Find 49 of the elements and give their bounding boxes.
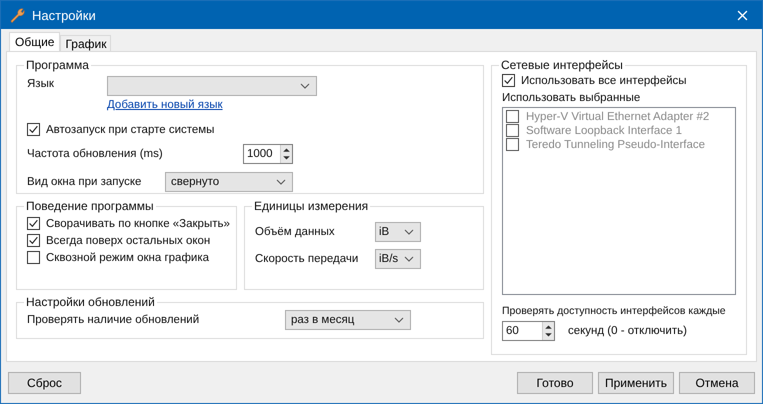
field-label: Проверять доступность интерфейсов каждые xyxy=(502,305,726,317)
group-title: Поведение программы xyxy=(25,199,155,213)
add-language-link[interactable]: Добавить новый язык xyxy=(107,99,223,111)
field-label: Проверять наличие обновлений xyxy=(27,314,200,326)
field-label: Вид окна при запуске xyxy=(27,176,142,188)
chevron-icon xyxy=(300,83,310,89)
field-hint: секунд (0 - отключить) xyxy=(568,325,687,337)
chevron-icon xyxy=(394,317,404,323)
checkbox[interactable] xyxy=(27,234,40,247)
close-icon[interactable] xyxy=(737,10,748,20)
group-title: Сетевые интерфейсы xyxy=(500,58,624,72)
interval-spinner[interactable]: 60 xyxy=(502,321,555,341)
tab[interactable]: Общие xyxy=(9,32,60,51)
field-label: Язык xyxy=(27,78,55,90)
refresh-spinner[interactable]: 1000 xyxy=(243,144,293,164)
update-frequency-dropdown[interactable]: раз в месяц xyxy=(285,310,411,330)
window-title: Настройки xyxy=(32,8,97,22)
tab[interactable]: График xyxy=(60,35,112,51)
chevron-icon xyxy=(404,256,414,262)
reset-button[interactable]: Сброс xyxy=(8,372,81,394)
unit-dropdown[interactable]: iB xyxy=(375,222,421,242)
dialog-button[interactable]: Отмена xyxy=(679,372,755,394)
group-title: Настройки обновлений xyxy=(25,295,156,309)
checkmark-icon xyxy=(503,75,514,86)
chevron-icon xyxy=(276,179,286,185)
field-label: Частота обновления (ms) xyxy=(27,148,164,160)
checkbox-option[interactable]: Автозапуск при старте системы xyxy=(27,123,214,136)
unit-dropdown[interactable]: iB/s xyxy=(375,249,421,269)
checkbox-option[interactable]: Сквозной режим окна графика xyxy=(27,251,210,264)
group-title: Единицы измерения xyxy=(253,199,370,213)
field-label: Объём данных xyxy=(255,226,336,238)
checkbox[interactable] xyxy=(27,217,40,230)
chevron-icon xyxy=(404,229,414,235)
wrench-icon xyxy=(9,7,25,23)
dialog-button[interactable]: Готово xyxy=(517,372,593,394)
dialog-button[interactable]: Применить xyxy=(598,372,674,394)
checkbox-option[interactable]: Сворачивать по кнопке «Закрыть» xyxy=(27,217,230,230)
checkbox-option[interactable]: Всегда поверх остальных окон xyxy=(27,234,210,247)
list-label: Использовать выбранные xyxy=(502,92,642,104)
checkbox-option[interactable]: Использовать все интерфейсы xyxy=(502,74,687,87)
window-mode-dropdown[interactable]: свернуто xyxy=(165,172,293,192)
checkbox[interactable] xyxy=(502,74,515,87)
checkbox[interactable] xyxy=(27,123,40,136)
group-title: Программа xyxy=(25,58,90,72)
checkmark-icon xyxy=(28,124,39,135)
checkbox[interactable] xyxy=(27,251,40,264)
checkmark-icon xyxy=(28,218,39,229)
checkmark-icon xyxy=(28,235,39,246)
field-label: Скорость передачи xyxy=(255,253,360,265)
